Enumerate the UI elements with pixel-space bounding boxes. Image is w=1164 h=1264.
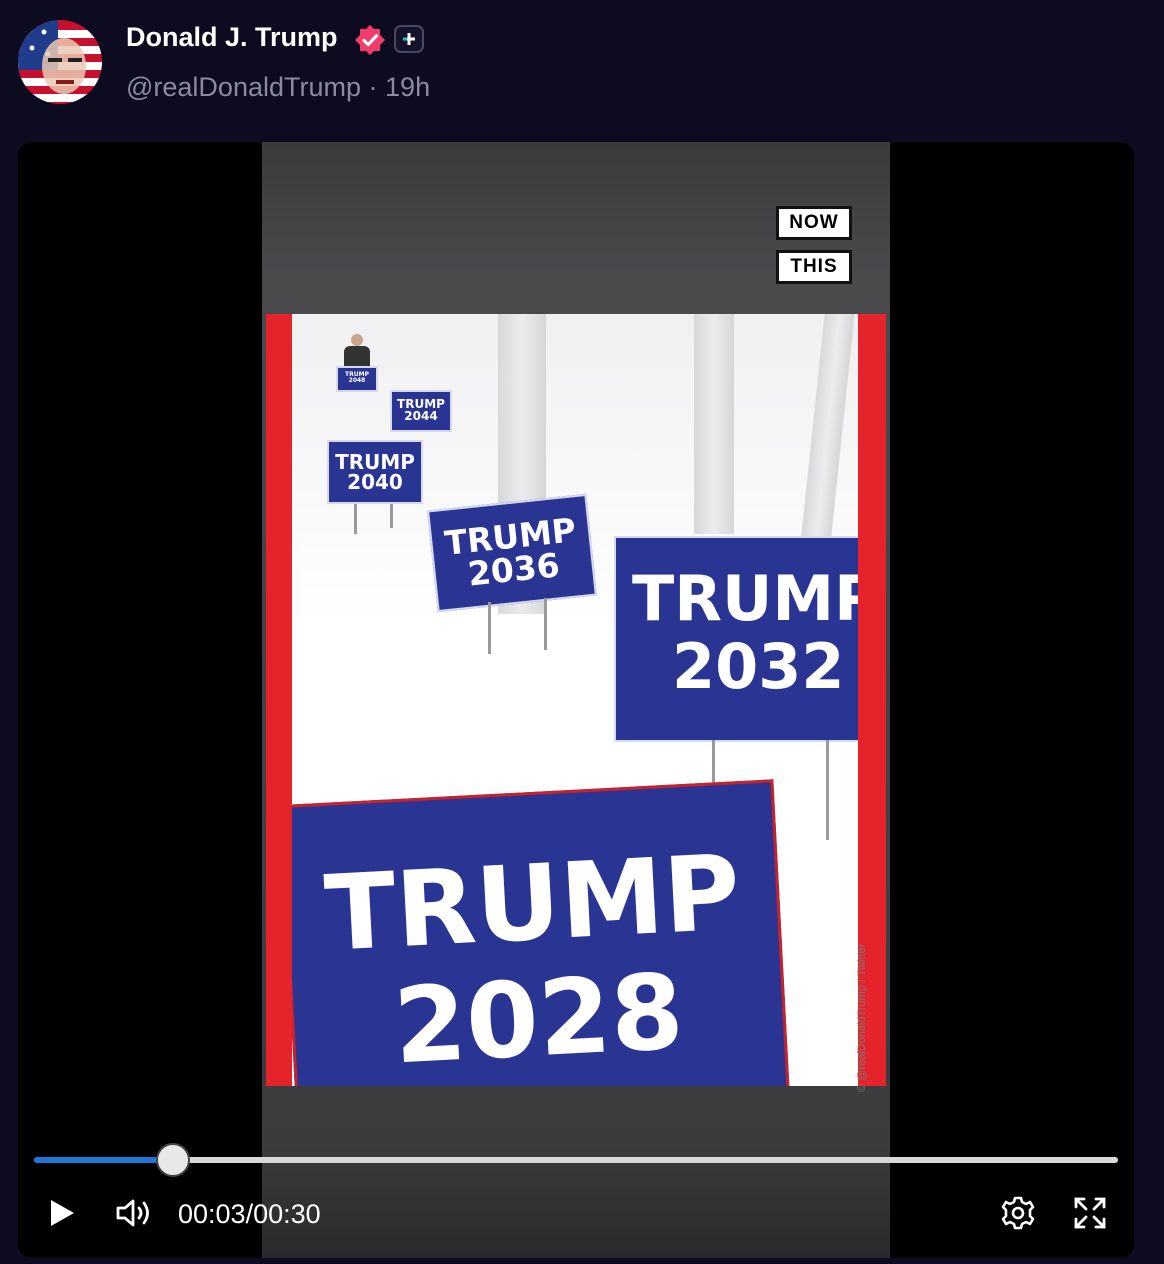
sign-year: 2048 [348, 377, 366, 384]
plus-badge-icon [394, 25, 424, 53]
sign-word: TRUMP [632, 562, 858, 635]
sign-post [390, 504, 393, 528]
progress-fill [34, 1157, 173, 1163]
logo-line-2: THIS [776, 250, 852, 284]
verified-badge-icon [354, 24, 386, 56]
logo-line-1: NOW [776, 206, 852, 240]
sign-post [354, 504, 357, 534]
yard-sign-2036: TRUMP 2036 [427, 493, 597, 613]
progress-thumb[interactable] [155, 1143, 190, 1177]
play-button[interactable] [42, 1193, 82, 1233]
podium-figure [344, 334, 370, 368]
yard-sign-2048: TRUMP 2048 [336, 366, 378, 392]
background-pillar [694, 314, 734, 534]
time-display: 00:03/00:30 [178, 1199, 321, 1230]
sign-year: 2032 [672, 630, 845, 703]
volume-icon [116, 1199, 149, 1227]
video-player[interactable]: NOW THIS TRUMP 2048 TRUMP 2044 TRUMP 204… [18, 142, 1134, 1258]
yard-sign-2044: TRUMP 2044 [390, 390, 452, 432]
nowthis-logo: NOW THIS [776, 206, 856, 294]
author-handle-line: @realDonaldTrump · 19h [126, 72, 430, 103]
progress-track[interactable] [34, 1143, 1118, 1177]
duration: 00:30 [253, 1199, 321, 1229]
settings-button[interactable] [998, 1193, 1038, 1233]
play-icon [51, 1200, 74, 1226]
fullscreen-button[interactable] [1070, 1193, 1110, 1233]
post-header: Donald J. Trump @realDonaldTrump · 19h [0, 0, 1164, 130]
sign-post [826, 740, 829, 840]
sign-word: TRUMP [335, 450, 415, 474]
avatar-image [18, 20, 102, 104]
time-separator: / [245, 1199, 254, 1229]
fullscreen-icon [1074, 1197, 1106, 1229]
sign-year: 2044 [404, 409, 438, 423]
sign-word: TRUMP [321, 831, 743, 975]
yard-sign-2040: TRUMP 2040 [327, 440, 423, 504]
video-frame: NOW THIS TRUMP 2048 TRUMP 2044 TRUMP 204… [262, 142, 890, 1258]
current-time: 00:03 [178, 1199, 246, 1229]
video-card: TRUMP 2048 TRUMP 2044 TRUMP 2040 TRUMP 2… [266, 314, 886, 1086]
sign-year: 2028 [390, 950, 687, 1086]
yard-sign-2028: TRUMP 2028 [292, 779, 791, 1086]
background-pillar [799, 314, 855, 554]
yard-sign-2032: TRUMP 2032 [614, 536, 858, 742]
sign-year: 2040 [347, 470, 403, 494]
author-name[interactable]: Donald J. Trump [126, 22, 338, 53]
volume-button[interactable] [114, 1193, 154, 1233]
gear-icon [1001, 1196, 1035, 1230]
video-controls: 00:03/00:30 [18, 1137, 1134, 1258]
video-scene: TRUMP 2048 TRUMP 2044 TRUMP 2040 TRUMP 2… [292, 314, 858, 1086]
post-age[interactable]: 19h [385, 72, 430, 102]
sign-post [544, 598, 547, 650]
sign-post [488, 602, 491, 654]
author-avatar[interactable] [18, 20, 102, 104]
video-credit: © @realDonaldTrump / Twitter [856, 943, 868, 1092]
author-handle[interactable]: @realDonaldTrump [126, 72, 361, 102]
handle-separator: · [368, 72, 378, 102]
